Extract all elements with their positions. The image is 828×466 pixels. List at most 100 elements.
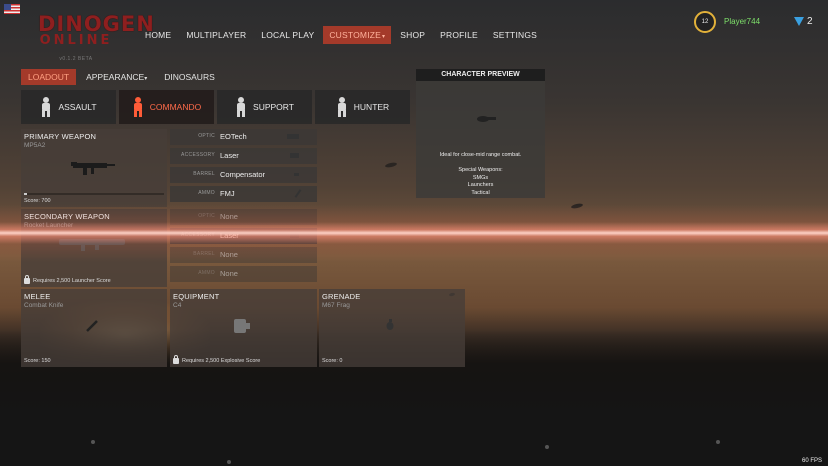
class-label: HUNTER — [353, 102, 390, 112]
primary-weapon-panel[interactable]: PRIMARY WEAPON MP5A2 Score: 700 — [21, 129, 167, 207]
rocket-launcher-icon — [59, 239, 125, 251]
lock-requirement: Requires 2,500 Explosive Score — [173, 355, 261, 364]
attachment-key: AMMO — [198, 190, 215, 196]
preview-title: CHARACTER PREVIEW — [416, 69, 545, 81]
lock-requirement: Requires 2,500 Launcher Score — [24, 275, 111, 284]
attachment-key: BARREL — [193, 251, 215, 257]
customize-subtabs: LOADOUT APPEARANCE▾ DINOSAURS — [21, 69, 225, 85]
nav-profile[interactable]: PROFILE — [434, 26, 484, 44]
nav-settings[interactable]: SETTINGS — [487, 26, 543, 44]
special-weapons-list: Special Weapons: SMGs Launchers Tactical — [416, 167, 545, 197]
item-name: Combat Knife — [24, 302, 64, 309]
class-label: COMMANDO — [149, 102, 202, 112]
character-preview-panel: CHARACTER PREVIEW Ideal for close-mid ra… — [416, 69, 545, 198]
attachment-barrel-slot[interactable]: BARREL Compensator — [170, 167, 317, 183]
panel-title: GRENADE — [322, 292, 361, 301]
bird — [570, 202, 584, 210]
class-label: SUPPORT — [253, 102, 294, 112]
melee-panel[interactable]: MELEE Combat Knife Score: 150 — [21, 289, 167, 367]
attachment-value: None — [220, 250, 238, 259]
attachment-value: None — [220, 212, 238, 221]
knife-icon — [86, 320, 98, 332]
player-name[interactable]: Player744 — [724, 17, 760, 26]
nav-shop[interactable]: SHOP — [394, 26, 431, 44]
rank-badge: 12 — [694, 11, 716, 33]
class-label: ASSAULT — [58, 102, 97, 112]
lock-text: Requires 2,500 Launcher Score — [33, 278, 111, 284]
tab-dinosaurs[interactable]: DINOSAURS — [157, 69, 222, 85]
attachment-value: Laser — [220, 231, 239, 240]
secondary-weapon-panel[interactable]: SECONDARY WEAPON Rocket Launcher Require… — [21, 209, 167, 287]
special-weapon-item: SMGs — [472, 174, 489, 181]
class-assault-button[interactable]: ASSAULT — [21, 90, 116, 124]
barrel-icon — [294, 173, 299, 176]
bullet-icon — [294, 189, 302, 198]
attachment-key: ACCESSORY — [180, 152, 215, 158]
soldier-icon — [336, 97, 348, 117]
attachment-key: OPTIC — [198, 133, 215, 139]
secondary-barrel-slot[interactable]: BARREL None — [170, 247, 317, 263]
attachment-value: Laser — [220, 151, 239, 160]
top-bar: DINOGEN ONLINE v0.1.2 BETA HOME MULTIPLA… — [0, 0, 828, 64]
attachment-value: Compensator — [220, 170, 266, 179]
nav-local-play[interactable]: LOCAL PLAY — [255, 26, 320, 44]
attachment-key: ACCESSORY — [180, 232, 215, 238]
main-nav: HOME MULTIPLAYER LOCAL PLAY CUSTOMIZE▾ S… — [139, 26, 546, 44]
lock-text: Requires 2,500 Explosive Score — [182, 358, 261, 364]
lock-icon — [24, 275, 30, 284]
score-progress-bar — [24, 193, 164, 195]
tab-appearance[interactable]: APPEARANCE▾ — [79, 69, 154, 85]
currency-value: 2 — [807, 16, 813, 27]
secondary-ammo-slot[interactable]: AMMO None — [170, 266, 317, 282]
grenade-panel[interactable]: GRENADE M67 Frag Score: 0 — [319, 289, 465, 367]
grenade-icon — [386, 319, 394, 330]
currency-icon — [794, 17, 804, 26]
attachment-value: FMJ — [220, 189, 235, 198]
ground-dot — [227, 460, 231, 464]
attachment-accessory-slot[interactable]: ACCESSORY Laser — [170, 148, 317, 164]
bird — [384, 161, 398, 169]
soldier-icon — [40, 97, 52, 117]
special-weapon-item: Tactical — [471, 189, 490, 196]
panel-title: PRIMARY WEAPON — [24, 132, 97, 141]
lock-icon — [173, 355, 179, 364]
special-weapon-item: Launchers — [467, 182, 494, 188]
panel-title: EQUIPMENT — [173, 292, 220, 301]
item-score: Score: 0 — [322, 358, 343, 364]
class-support-button[interactable]: SUPPORT — [217, 90, 312, 124]
attachment-ammo-slot[interactable]: AMMO FMJ — [170, 186, 317, 202]
attachment-value: None — [220, 269, 238, 278]
secondary-accessory-slot[interactable]: ACCESSORY Laser — [170, 228, 317, 244]
weapon-name: MP5A2 — [24, 142, 46, 149]
class-selector: ASSAULT COMMANDO SUPPORT HUNTER — [21, 90, 410, 124]
class-commando-button[interactable]: COMMANDO — [119, 90, 214, 124]
ground-dot — [716, 440, 720, 444]
logo-subtitle: ONLINE — [39, 33, 113, 48]
weapon-score: Score: 700 — [24, 198, 51, 204]
score-progress-fill — [24, 193, 27, 195]
laser-icon — [290, 153, 299, 158]
c4-icon — [234, 319, 250, 333]
version-label: v0.1.2 BETA — [59, 56, 93, 62]
class-hunter-button[interactable]: HUNTER — [315, 90, 410, 124]
secondary-optic-slot[interactable]: OPTIC None — [170, 209, 317, 225]
panel-title: MELEE — [24, 292, 51, 301]
attachment-optic-slot[interactable]: OPTIC EOTech — [170, 129, 317, 145]
ground-dot — [545, 445, 549, 449]
class-description: Ideal for close-mid range combat. — [439, 152, 522, 158]
fps-counter: 60 FPS — [801, 458, 822, 464]
attachment-key: AMMO — [198, 270, 215, 276]
laser-icon — [290, 233, 299, 238]
language-flag-icon[interactable] — [4, 4, 20, 14]
item-name: M67 Frag — [322, 302, 350, 309]
chevron-down-icon: ▾ — [382, 34, 386, 40]
nav-customize[interactable]: CUSTOMIZE▾ — [323, 26, 392, 44]
optic-icon — [287, 134, 299, 139]
logo-title: DINOGEN — [38, 12, 155, 36]
equipment-panel[interactable]: EQUIPMENT C4 Requires 2,500 Explosive Sc… — [170, 289, 317, 367]
nav-home[interactable]: HOME — [139, 26, 177, 44]
special-weapons-label: Special Weapons: — [458, 167, 503, 173]
nav-multiplayer[interactable]: MULTIPLAYER — [180, 26, 252, 44]
panel-title: SECONDARY WEAPON — [24, 212, 110, 221]
tab-loadout[interactable]: LOADOUT — [21, 69, 77, 85]
